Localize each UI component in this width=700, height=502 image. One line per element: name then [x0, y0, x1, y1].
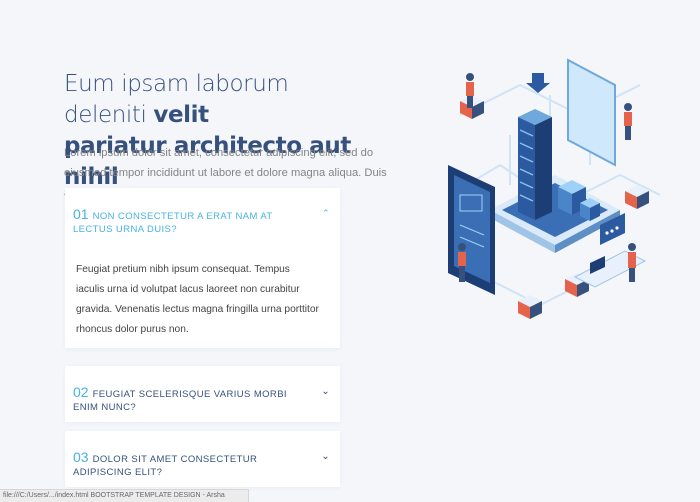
faq-question-1[interactable]: 01 NON CONSECTETUR A ERAT NAM AT LECTUS U… — [65, 188, 340, 236]
faq-question-2[interactable]: 02 FEUGIAT SCELERISQUE VARIUS MORBI ENIM … — [65, 366, 340, 414]
faq-item-1[interactable]: 01 NON CONSECTETUR A ERAT NAM AT LECTUS U… — [65, 188, 340, 348]
person-top-right — [624, 103, 632, 140]
chevron-down-icon[interactable]: ⌄ — [321, 385, 330, 398]
faq-number-1: 01 — [73, 206, 89, 222]
person-right — [628, 243, 636, 282]
browser-status-bar: file:///C:/Users/.../index.html BOOTSTRA… — [0, 489, 249, 502]
person-top-left — [466, 73, 474, 108]
chevron-down-icon[interactable]: ⌄ — [321, 450, 330, 463]
right-monitor — [567, 58, 616, 167]
faq-item-3[interactable]: 03 DOLOR SIT AMET CONSECTETUR ADIPISCING … — [65, 431, 340, 487]
faq-question-text-1: NON CONSECTETUR A ERAT NAM AT LECTUS URN… — [73, 211, 273, 235]
faq-question-text-2: FEUGIAT SCELERISQUE VARIUS MORBI ENIM NU… — [73, 389, 287, 413]
isometric-city-illustration — [448, 58, 661, 319]
chevron-up-icon[interactable]: ⌃ — [322, 207, 330, 220]
faq-question-3[interactable]: 03 DOLOR SIT AMET CONSECTETUR ADIPISCING … — [65, 431, 340, 479]
faq-answer-1: Feugiat pretium nibh ipsum consequat. Te… — [76, 264, 319, 335]
tower — [518, 109, 552, 220]
person-left — [458, 243, 466, 282]
faq-question-text-3: DOLOR SIT AMET CONSECTETUR ADIPISCING EL… — [73, 454, 258, 478]
faq-number-2: 02 — [73, 384, 89, 400]
left-screen — [448, 165, 495, 295]
faq-number-3: 03 — [73, 449, 89, 465]
section-title-bold: velit — [153, 102, 209, 129]
faq-item-2[interactable]: 02 FEUGIAT SCELERISQUE VARIUS MORBI ENIM … — [65, 366, 340, 422]
